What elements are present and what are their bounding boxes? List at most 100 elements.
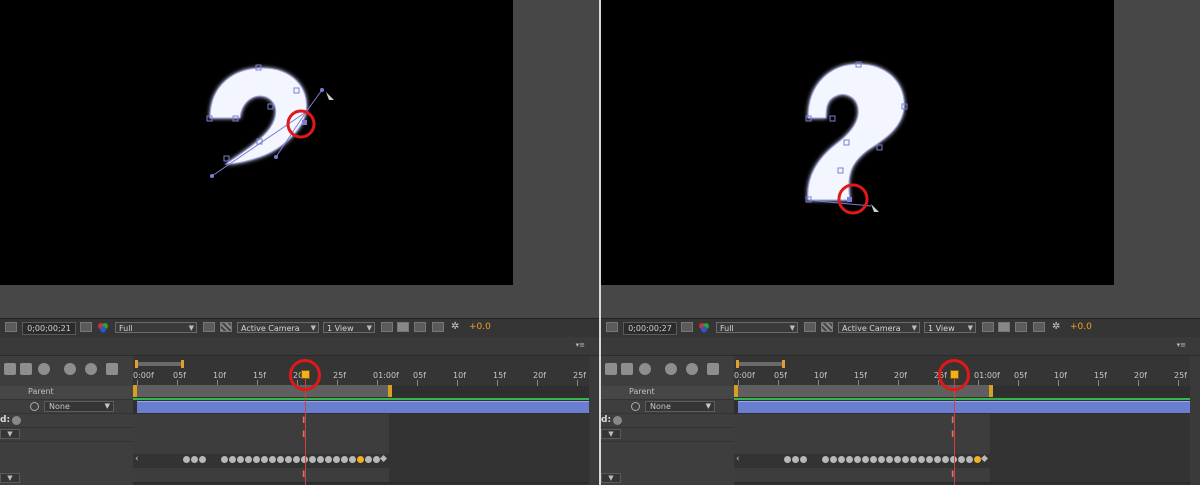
keyframe[interactable]: [926, 456, 933, 463]
keyframe[interactable]: [966, 456, 973, 463]
work-area-bar[interactable]: [133, 385, 391, 397]
keyframe[interactable]: [958, 456, 965, 463]
keyframe[interactable]: [245, 456, 252, 463]
resolution-select[interactable]: Full ▼: [115, 322, 197, 333]
fast-preview-icon[interactable]: [397, 322, 409, 332]
motion-blur-icon[interactable]: [639, 363, 651, 375]
keyframe[interactable]: [269, 456, 276, 463]
work-area-end[interactable]: [989, 385, 993, 397]
flowchart-icon[interactable]: [1033, 322, 1045, 332]
timeline-graph[interactable]: 0:00f 05f 10f 15f 20f 25f 01:00f 05f 10f 15f 20f 25…: [734, 356, 1200, 485]
keyframe[interactable]: [784, 456, 791, 463]
keyframe[interactable]: [894, 456, 901, 463]
spiral-icon[interactable]: [631, 402, 640, 411]
chevron-down-icon[interactable]: ▼: [601, 429, 621, 439]
keyframe[interactable]: [261, 456, 268, 463]
exposure-value[interactable]: +0.0: [469, 322, 491, 333]
keyframe[interactable]: [878, 456, 885, 463]
keyframe[interactable]: [854, 456, 861, 463]
timeline-graph[interactable]: 0:00f 05f 10f 15f 20f 25f 01:00f 05f 10f 15f 20f 25…: [133, 356, 599, 485]
current-time-display[interactable]: 0;00;00;27: [623, 322, 677, 335]
color-channels-icon[interactable]: [698, 322, 710, 333]
chevron-down-icon[interactable]: ▼: [0, 429, 20, 439]
property-track[interactable]: [133, 468, 599, 483]
keyframe[interactable]: [309, 456, 316, 463]
fast-preview-icon[interactable]: [998, 322, 1010, 332]
keyframe[interactable]: [830, 456, 837, 463]
camera-select[interactable]: Active Camera ▼: [838, 322, 920, 333]
time-navigator-bar[interactable]: [135, 362, 183, 366]
timeline-scrollbar[interactable]: [1190, 356, 1200, 485]
play-icon[interactable]: [613, 416, 622, 425]
keyframe[interactable]: [317, 456, 324, 463]
pixel-aspect-icon[interactable]: [381, 322, 393, 332]
previous-keyframe-icon[interactable]: ‹: [135, 454, 139, 464]
play-icon[interactable]: [12, 416, 21, 425]
keyframe[interactable]: [800, 456, 807, 463]
keyframe[interactable]: [846, 456, 853, 463]
region-toggle-icon[interactable]: [203, 322, 215, 332]
region-of-interest-icon[interactable]: [606, 322, 618, 332]
chevron-down-icon[interactable]: ▼: [0, 473, 20, 483]
keyframe[interactable]: [822, 456, 829, 463]
keyframe[interactable]: [980, 454, 989, 463]
layer-duration-bar[interactable]: [137, 401, 599, 413]
work-area-end[interactable]: [388, 385, 392, 397]
resolution-select[interactable]: Full ▼: [716, 322, 798, 333]
keyframe[interactable]: [792, 456, 799, 463]
exposure-reset-icon[interactable]: ✲: [1052, 322, 1064, 333]
time-navigator-end[interactable]: [181, 360, 184, 368]
flowchart-icon[interactable]: [432, 322, 444, 332]
parent-select[interactable]: None ▼: [645, 401, 715, 412]
work-area-start[interactable]: [734, 385, 738, 397]
graph-editor-icon[interactable]: [106, 363, 118, 375]
brainstorm-icon[interactable]: [665, 363, 677, 375]
time-navigator-start[interactable]: [736, 360, 739, 368]
time-navigator-end[interactable]: [782, 360, 785, 368]
view-layout-select[interactable]: 1 View ▼: [924, 322, 976, 333]
keyframe[interactable]: [341, 456, 348, 463]
keyframe[interactable]: [191, 456, 198, 463]
property-track[interactable]: [734, 428, 1200, 443]
time-navigator-start[interactable]: [135, 360, 138, 368]
timeline-scrollbar[interactable]: [589, 356, 599, 485]
draft-3d-icon[interactable]: [4, 363, 16, 375]
composition-viewer[interactable]: [0, 0, 513, 285]
composition-viewer[interactable]: [601, 0, 1114, 285]
exposure-reset-icon[interactable]: ✲: [451, 322, 463, 333]
keyframe[interactable]: [183, 456, 190, 463]
keyframe[interactable]: [293, 456, 300, 463]
keyframe[interactable]: [221, 456, 228, 463]
keyframe[interactable]: [862, 456, 869, 463]
keyframe[interactable]: [838, 456, 845, 463]
keyframe[interactable]: [285, 456, 292, 463]
timeline-icon[interactable]: [1015, 322, 1027, 332]
graph-editor-icon[interactable]: [707, 363, 719, 375]
keyframe[interactable]: [333, 456, 340, 463]
keyframe[interactable]: [325, 456, 332, 463]
keyframe[interactable]: [229, 456, 236, 463]
region-of-interest-icon[interactable]: [5, 322, 17, 332]
camera-snapshot-icon[interactable]: [80, 322, 92, 332]
region-toggle-icon[interactable]: [804, 322, 816, 332]
keyframe[interactable]: [349, 456, 356, 463]
keyframe[interactable]: [373, 456, 380, 463]
keyframe[interactable]: [974, 456, 981, 463]
keyframe[interactable]: [277, 456, 284, 463]
property-track[interactable]: [734, 468, 1200, 483]
transparency-grid-icon[interactable]: [821, 322, 833, 332]
camera-snapshot-icon[interactable]: [681, 322, 693, 332]
work-area-start[interactable]: [133, 385, 137, 397]
timeline-icon[interactable]: [414, 322, 426, 332]
previous-keyframe-icon[interactable]: ‹: [736, 454, 740, 464]
keyframe[interactable]: [886, 456, 893, 463]
panel-menu-icon[interactable]: ▾≡: [1177, 341, 1186, 349]
draft-3d-icon[interactable]: [605, 363, 617, 375]
keyframe[interactable]: [870, 456, 877, 463]
camera-select[interactable]: Active Camera ▼: [237, 322, 319, 333]
keyframe[interactable]: [199, 456, 206, 463]
view-layout-select[interactable]: 1 View ▼: [323, 322, 375, 333]
keyframe[interactable]: [379, 454, 388, 463]
keyframe[interactable]: [942, 456, 949, 463]
keyframe[interactable]: [902, 456, 909, 463]
